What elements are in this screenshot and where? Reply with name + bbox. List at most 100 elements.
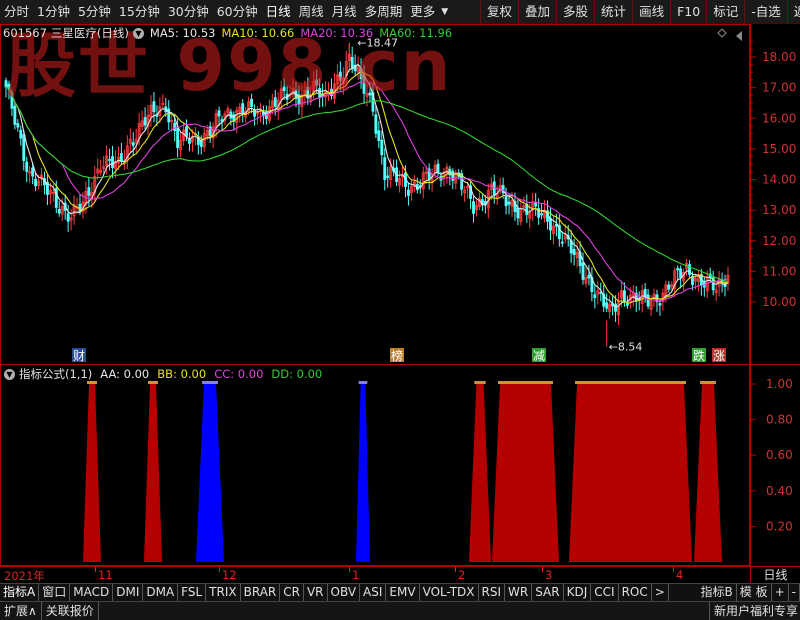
period-tab[interactable]: 月线 [328, 0, 361, 24]
indicator-tab[interactable]: CCI [591, 584, 619, 601]
indicator-tab[interactable]: ROC [619, 584, 652, 601]
candle-body [625, 303, 629, 306]
event-marker[interactable]: 财 [72, 348, 86, 363]
event-marker[interactable]: 涨 [712, 348, 726, 363]
candle-body [22, 134, 26, 162]
signal-block [492, 384, 559, 562]
price-label: 12.00 [762, 234, 796, 248]
toolbar-action[interactable]: 标记 [706, 0, 744, 24]
toolbar-action[interactable]: 叠加 [518, 0, 556, 24]
indicator-tab[interactable]: CR [280, 584, 304, 601]
indicator-tab[interactable]: > [652, 584, 669, 601]
candle-body [78, 203, 82, 212]
indicator-tab[interactable]: 模 板 [737, 584, 772, 601]
indicator-tab[interactable]: KDJ [564, 584, 592, 601]
period-tab[interactable]: 1分钟 [33, 0, 74, 24]
related-quotes-button[interactable]: 关联报价 [42, 602, 99, 620]
indicator-tab[interactable]: + [772, 584, 789, 601]
toolbar-action[interactable]: 多股 [556, 0, 594, 24]
collapse-down-icon[interactable]: ▼ [4, 368, 15, 380]
signal-block [196, 384, 224, 562]
candle-body [111, 156, 114, 169]
expand-button[interactable]: 扩展∧ [0, 602, 42, 620]
indicator-tab[interactable]: VR [304, 584, 328, 601]
indicator-tab[interactable]: ASI [360, 584, 387, 601]
bottom-bar: 扩展∧ 关联报价 新用户福利专享 [0, 601, 800, 620]
marker-text: 榜 [391, 348, 403, 363]
indicator-tab[interactable]: DMA [143, 584, 179, 601]
ma-label: MA5: 10.53 [149, 26, 216, 40]
indicator-tab[interactable]: SAR [532, 584, 564, 601]
indicator-tab[interactable]: EMV [386, 584, 420, 601]
candle-body [143, 117, 147, 126]
candle-body [315, 79, 319, 86]
toolbar-action[interactable]: -自选 [744, 0, 787, 24]
indicator-tab[interactable]: TRIX [206, 584, 241, 601]
time-tick [219, 567, 220, 572]
indicator-tab[interactable]: 指标A [0, 584, 40, 601]
toolbar-action[interactable]: F10 [670, 0, 706, 24]
event-marker[interactable]: 跌 [692, 348, 706, 363]
promo-link[interactable]: 新用户福利专享 [708, 602, 798, 620]
candle-body [108, 158, 112, 161]
indicator-chart[interactable] [83, 381, 722, 562]
candle-body [176, 126, 180, 148]
toolbar-action[interactable]: 画线 [632, 0, 670, 24]
indicator-tab[interactable]: BRAR [241, 584, 281, 601]
price-label: 10.00 [762, 295, 796, 309]
period-tab[interactable]: 日线 [262, 0, 295, 24]
period-button[interactable]: 日线 [750, 566, 800, 582]
indicator-label: 0.80 [766, 413, 793, 427]
candle-body [185, 126, 188, 137]
period-tab[interactable]: 分时 [0, 0, 33, 24]
period-tab[interactable]: 15分钟 [115, 0, 164, 24]
indicator-tab[interactable]: VOL-TDX [420, 584, 479, 601]
chart-area[interactable]: ←18.47←8.54财榜减跌涨 18.0017.0016.0015.0014.… [0, 24, 800, 566]
toolbar-action[interactable]: 统计 [594, 0, 632, 24]
price-label: 17.00 [762, 81, 796, 95]
candle-body [217, 110, 221, 117]
indicator-value: AA: 0.00 [100, 367, 150, 381]
period-tab[interactable]: 60分钟 [213, 0, 262, 24]
candle-body [540, 213, 544, 216]
more-dropdown-icon[interactable]: ▼ [441, 7, 448, 17]
candle-body [241, 103, 245, 115]
period-tab[interactable]: 更多 [406, 0, 439, 24]
indicator-tab[interactable]: WR [505, 584, 533, 601]
period-tab[interactable]: 30分钟 [164, 0, 213, 24]
stock-name: 三星医疗(日线) [50, 26, 129, 40]
indicator-axis: 1.00 0.80 0.60 0.40 0.20 [750, 377, 793, 533]
candle-body [658, 303, 662, 306]
indicator-tab[interactable]: OBV [328, 584, 361, 601]
indicator-tab[interactable]: 窗口 [39, 584, 71, 601]
signal-block [469, 384, 491, 562]
period-tab[interactable]: 周线 [295, 0, 328, 24]
indicator-tab[interactable]: DMI [113, 584, 144, 601]
indicator-tab[interactable]: 指标B [698, 584, 737, 601]
period-tab[interactable]: 5分钟 [74, 0, 115, 24]
candle-body [374, 114, 378, 134]
time-label: 2021年 [4, 569, 45, 583]
indicator-tab[interactable]: - [789, 584, 800, 601]
candle-body [25, 161, 29, 172]
candle-body [31, 167, 35, 177]
candle-body [66, 213, 70, 222]
indicator-label: 1.00 [766, 377, 793, 391]
toolbar-action[interactable]: 返回 [786, 0, 800, 24]
collapse-down-icon[interactable]: ▼ [132, 27, 144, 39]
candle-body [34, 178, 38, 187]
candle-body [119, 153, 123, 162]
indicator-tab[interactable]: RSI [479, 584, 506, 601]
candle-body [676, 268, 680, 271]
time-tick [95, 567, 96, 572]
event-marker[interactable]: 榜 [390, 348, 404, 363]
ma-label: MA20: 10.36 [300, 26, 374, 40]
signal-block [356, 384, 370, 562]
toolbar-action[interactable]: 复权 [480, 0, 518, 24]
indicator-tab[interactable]: MACD [70, 584, 114, 601]
period-tab[interactable]: 多周期 [361, 0, 407, 24]
candle-body [472, 201, 475, 214]
indicator-tab[interactable]: FSL [178, 584, 207, 601]
candle-body [507, 201, 511, 205]
event-marker[interactable]: 减 [532, 348, 546, 363]
